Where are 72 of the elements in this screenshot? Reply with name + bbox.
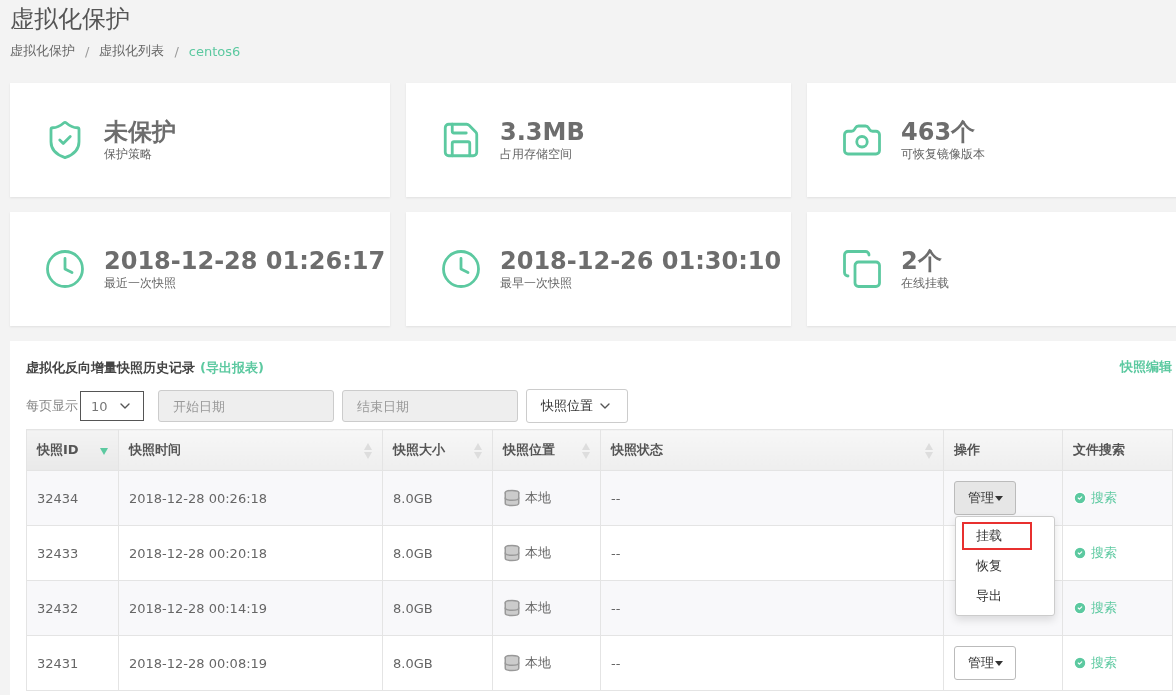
location-text: 本地: [525, 489, 551, 507]
manage-button[interactable]: 管理: [954, 481, 1016, 515]
clock-icon: [44, 248, 86, 290]
sort-icon[interactable]: [925, 443, 933, 459]
caret-down-icon: [994, 660, 1003, 666]
table-cell: 2018-12-28 00:20:18: [118, 525, 383, 581]
section-title: 虚拟化反向增量快照历史记录: [26, 360, 195, 375]
table-cell: 32433: [26, 525, 119, 581]
page-size-label: 每页显示: [26, 397, 78, 415]
stat-label: 最近一次快照: [104, 274, 177, 292]
database-icon: [503, 654, 521, 672]
stat-value: 2018-12-26 01:30:10: [500, 246, 782, 275]
copy-icon: [841, 248, 883, 290]
check-circle-icon: [1073, 656, 1087, 670]
column-header[interactable]: 操作: [943, 429, 1063, 471]
stat-value: 3.3MB: [500, 117, 585, 146]
location-text: 本地: [525, 654, 551, 672]
database-icon: [503, 599, 521, 617]
table-cell: 2018-12-28 00:14:19: [118, 580, 383, 636]
location-filter[interactable]: 快照位置: [526, 389, 628, 423]
breadcrumb-separator: /: [174, 43, 179, 59]
check-circle-icon: [1073, 601, 1087, 615]
stat-label: 占用存储空间: [500, 145, 573, 163]
table-cell: 32432: [26, 580, 119, 636]
stat-label: 最早一次快照: [500, 274, 573, 292]
clock-icon: [440, 248, 482, 290]
column-header[interactable]: 快照时间: [118, 429, 383, 471]
start-date-field[interactable]: 开始日期: [158, 390, 334, 422]
sort-icon[interactable]: [474, 443, 482, 459]
breadcrumb-item[interactable]: 虚拟化保护: [10, 42, 75, 60]
table-cell: 8.0GB: [382, 580, 493, 636]
column-header[interactable]: 文件搜索: [1062, 429, 1173, 471]
menu-item[interactable]: 挂载: [962, 522, 1032, 550]
table-cell: --: [600, 470, 944, 526]
table-cell: --: [600, 635, 944, 691]
stat-value: 2018-12-28 01:26:17: [104, 246, 386, 275]
breadcrumb-separator: /: [85, 43, 90, 59]
table-cell: --: [600, 525, 944, 581]
stat-value: 463个: [901, 117, 977, 146]
database-icon: [503, 489, 521, 507]
table-cell: 2018-12-28 00:08:19: [118, 635, 383, 691]
breadcrumb-item[interactable]: 虚拟化列表: [99, 42, 165, 60]
stat-label: 可恢复镜像版本: [901, 145, 985, 163]
stat-label: 在线挂载: [901, 274, 949, 292]
table-cell: 32431: [26, 635, 119, 691]
column-header[interactable]: 快照大小: [382, 429, 493, 471]
sort-icon[interactable]: [364, 443, 372, 459]
end-date-field[interactable]: 结束日期: [342, 390, 518, 422]
location-text: 本地: [525, 544, 551, 562]
table-cell: 8.0GB: [382, 635, 493, 691]
stat-label: 保护策略: [104, 145, 153, 163]
table-cell: 8.0GB: [382, 470, 493, 526]
check-circle-icon: [1073, 546, 1087, 560]
page-size-select[interactable]: 10: [80, 391, 144, 421]
check-circle-icon: [1073, 491, 1087, 505]
sort-desc-icon[interactable]: [100, 448, 108, 455]
sort-icon[interactable]: [582, 443, 590, 459]
table-cell: 32434: [26, 470, 119, 526]
column-header[interactable]: 快照状态: [600, 429, 944, 471]
table-cell: --: [600, 580, 944, 636]
column-header[interactable]: 快照ID: [26, 429, 119, 471]
stat-value: 2个: [901, 246, 943, 275]
page-title: 虚拟化保护: [10, 4, 131, 34]
column-header[interactable]: 快照位置: [492, 429, 601, 471]
location-text: 本地: [525, 599, 551, 617]
database-icon: [503, 544, 521, 562]
table-cell: 8.0GB: [382, 525, 493, 581]
stat-value: 未保护: [104, 117, 176, 146]
caret-down-icon: [994, 495, 1003, 501]
table-cell: 2018-12-28 00:26:18: [118, 470, 383, 526]
manage-button[interactable]: 管理: [954, 646, 1016, 680]
menu-item[interactable]: 恢复: [962, 552, 1032, 580]
